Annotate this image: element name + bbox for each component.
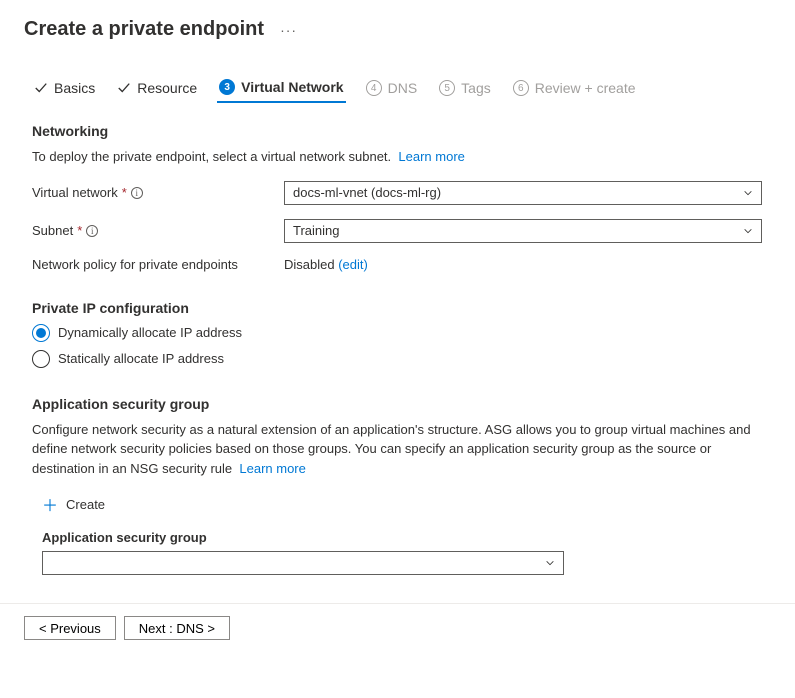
info-icon[interactable]: i xyxy=(86,225,98,237)
tab-dns[interactable]: 4 DNS xyxy=(364,74,420,102)
tab-vnet-label: Virtual Network xyxy=(241,79,343,95)
radio-dynamic-label: Dynamically allocate IP address xyxy=(58,325,242,340)
step-number-icon: 6 xyxy=(513,80,529,96)
tab-tags-label: Tags xyxy=(461,80,491,96)
asg-learn-more-link[interactable]: Learn more xyxy=(239,461,305,476)
vnet-value: docs-ml-vnet (docs-ml-rg) xyxy=(293,185,441,200)
next-button[interactable]: Next : DNS > xyxy=(124,616,230,640)
wizard-footer: < Previous Next : DNS > xyxy=(0,603,795,658)
tab-review-create[interactable]: 6 Review + create xyxy=(511,74,638,102)
asg-create-label: Create xyxy=(66,497,105,512)
asg-title: Application security group xyxy=(32,396,771,412)
radio-icon xyxy=(32,324,50,342)
plus-icon: ＋ xyxy=(42,492,58,516)
networking-learn-more-link[interactable]: Learn more xyxy=(398,149,464,164)
asg-column-label: Application security group xyxy=(42,530,771,545)
step-number-icon: 5 xyxy=(439,80,455,96)
radio-static-ip[interactable]: Statically allocate IP address xyxy=(32,350,771,368)
policy-value: Disabled xyxy=(284,257,335,272)
policy-label: Network policy for private endpoints xyxy=(32,257,284,272)
tab-resource[interactable]: Resource xyxy=(115,74,199,102)
radio-icon xyxy=(32,350,50,368)
radio-static-label: Statically allocate IP address xyxy=(58,351,224,366)
vnet-label: Virtual network* i xyxy=(32,185,284,200)
wizard-tabs: Basics Resource 3 Virtual Network 4 DNS … xyxy=(24,73,771,103)
tab-tags[interactable]: 5 Tags xyxy=(437,74,493,102)
asg-create-button[interactable]: ＋ Create xyxy=(42,492,771,516)
chevron-down-icon xyxy=(545,558,555,568)
ipconfig-title: Private IP configuration xyxy=(32,300,771,316)
subnet-select[interactable]: Training xyxy=(284,219,762,243)
check-icon xyxy=(34,81,48,95)
vnet-select[interactable]: docs-ml-vnet (docs-ml-rg) xyxy=(284,181,762,205)
page-title: Create a private endpoint xyxy=(24,18,264,41)
check-icon xyxy=(117,81,131,95)
chevron-down-icon xyxy=(743,226,753,236)
subnet-label: Subnet* i xyxy=(32,223,284,238)
tab-basics-label: Basics xyxy=(54,80,95,96)
radio-dynamic-ip[interactable]: Dynamically allocate IP address xyxy=(32,324,771,342)
tab-basics[interactable]: Basics xyxy=(32,74,97,102)
networking-section: Networking To deploy the private endpoin… xyxy=(32,123,771,272)
subnet-value: Training xyxy=(293,223,339,238)
more-icon[interactable]: ··· xyxy=(280,22,297,38)
tab-resource-label: Resource xyxy=(137,80,197,96)
asg-section: Application security group Configure net… xyxy=(32,396,771,576)
asg-desc: Configure network security as a natural … xyxy=(32,420,771,479)
ipconfig-section: Private IP configuration Dynamically all… xyxy=(32,300,771,368)
chevron-down-icon xyxy=(743,188,753,198)
tab-review-label: Review + create xyxy=(535,80,636,96)
tab-virtual-network[interactable]: 3 Virtual Network xyxy=(217,73,345,103)
policy-edit-link[interactable]: (edit) xyxy=(338,257,368,272)
info-icon[interactable]: i xyxy=(131,187,143,199)
networking-desc: To deploy the private endpoint, select a… xyxy=(32,147,771,167)
step-number-icon: 3 xyxy=(219,79,235,95)
tab-dns-label: DNS xyxy=(388,80,418,96)
step-number-icon: 4 xyxy=(366,80,382,96)
asg-select[interactable] xyxy=(42,551,564,575)
previous-button[interactable]: < Previous xyxy=(24,616,116,640)
networking-title: Networking xyxy=(32,123,771,139)
